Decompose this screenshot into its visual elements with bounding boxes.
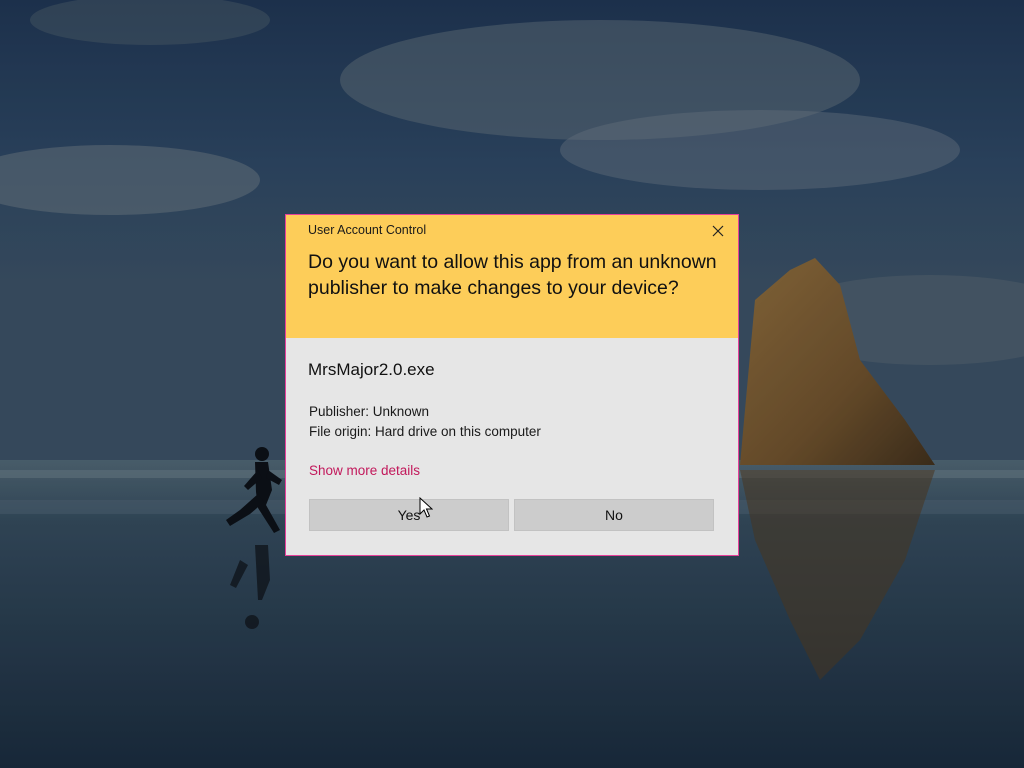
dialog-title: User Account Control [308,223,427,237]
yes-button[interactable]: Yes [309,499,509,531]
dialog-body: MrsMajor2.0.exe Publisher: Unknown File … [286,338,738,555]
uac-dialog: User Account Control Do you want to allo… [285,214,739,556]
app-name: MrsMajor2.0.exe [308,360,435,379]
file-origin-text: File origin: Hard drive on this computer [309,424,541,439]
dialog-question: Do you want to allow this app from an un… [308,251,717,299]
close-icon [712,225,724,237]
close-button[interactable] [704,219,732,243]
no-button[interactable]: No [514,499,714,531]
desktop: User Account Control Do you want to allo… [0,0,1024,768]
dialog-header: User Account Control Do you want to allo… [286,215,738,338]
show-more-details-link[interactable]: Show more details [309,463,420,478]
mouse-pointer-icon [419,497,433,518]
publisher-text: Publisher: Unknown [309,404,430,419]
